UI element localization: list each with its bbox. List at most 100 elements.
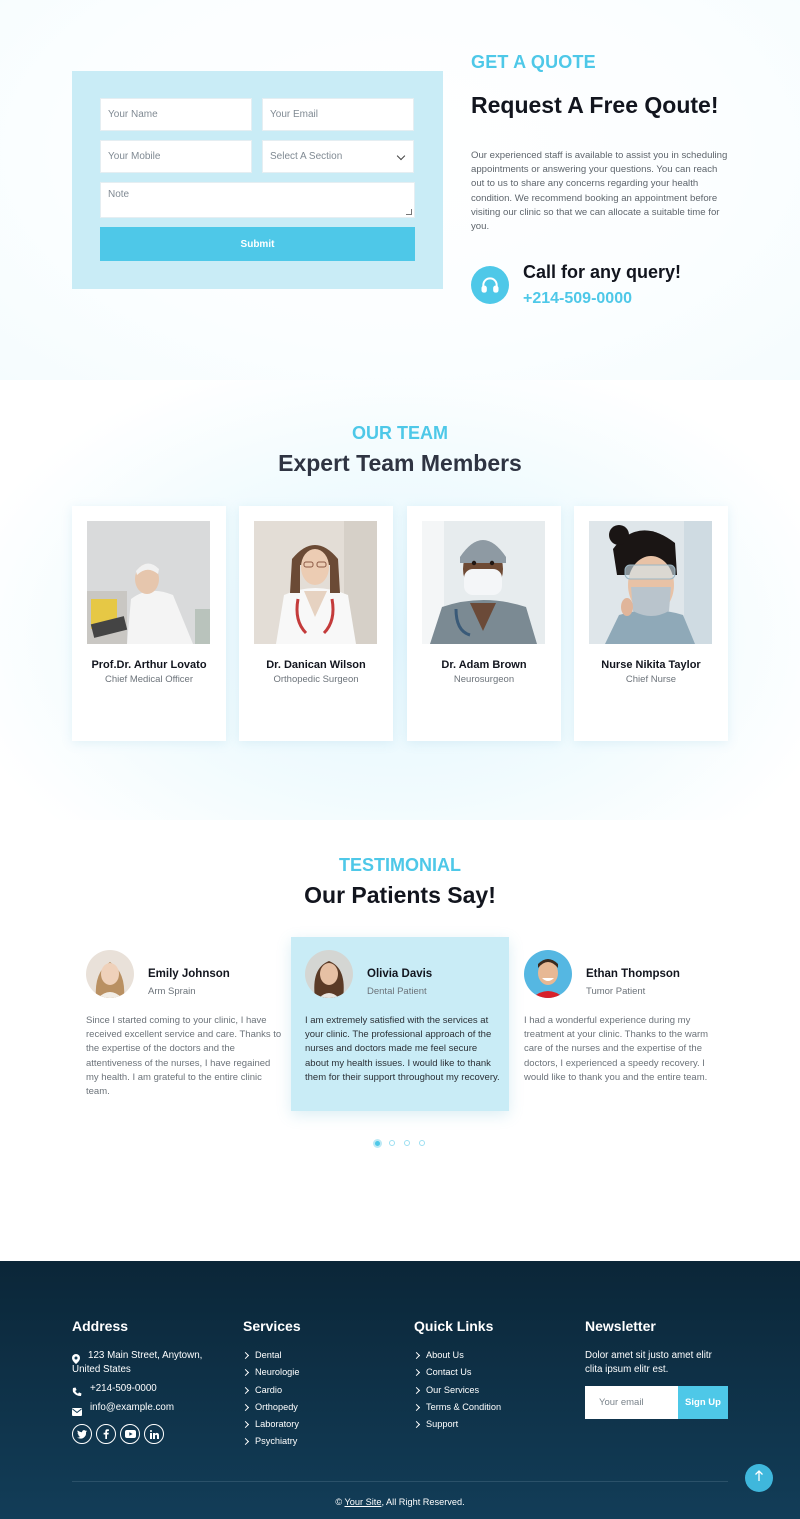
team-card[interactable]: Dr. Danican Wilson Orthopedic Surgeon <box>239 506 393 741</box>
call-phone[interactable]: +214-509-0000 <box>523 290 632 308</box>
chevron-right-icon <box>241 1386 250 1394</box>
footer-link-label: Cardio <box>255 1385 283 1395</box>
section-select[interactable]: Select A Section <box>262 140 414 173</box>
footer-link-label: Support <box>426 1419 459 1429</box>
testimonial-eyebrow: TESTIMONIAL <box>339 855 461 875</box>
chevron-right-icon <box>241 1351 250 1359</box>
name-placeholder: Your Name <box>108 109 158 120</box>
submit-button[interactable]: Submit <box>100 227 415 261</box>
footer-link-label: Laboratory <box>255 1419 299 1429</box>
call-title: Call for any query! <box>523 262 682 282</box>
avatar <box>524 950 572 998</box>
quote-description: Our experienced staff is available to as… <box>471 150 728 233</box>
chevron-right-icon <box>412 1386 421 1394</box>
quote-form: Your Name Your Email Your Mobile Select … <box>72 71 443 289</box>
chevron-right-icon <box>241 1420 250 1428</box>
email-placeholder: Your Email <box>270 109 318 120</box>
newsletter-text: Dolor amet sit justo amet elitr clita ip… <box>585 1350 712 1375</box>
member-name: Dr. Danican Wilson <box>266 659 366 671</box>
patient-name: Olivia Davis <box>367 968 433 980</box>
carousel-dot-1[interactable] <box>373 1139 382 1148</box>
footer-link-dental[interactable]: Dental <box>241 1350 282 1360</box>
member-name: Dr. Adam Brown <box>441 659 527 671</box>
team-card[interactable]: Prof.Dr. Arthur Lovato Chief Medical Off… <box>72 506 226 741</box>
chevron-right-icon <box>412 1351 421 1359</box>
newsletter-email-input[interactable]: Your email <box>585 1386 678 1419</box>
note-field[interactable]: Note <box>100 182 415 218</box>
member-name: Nurse Nikita Taylor <box>601 659 701 671</box>
footer-link-terms[interactable]: Terms & Condition <box>412 1402 502 1412</box>
footer-link-label: Orthopedy <box>255 1402 298 1412</box>
testimonial-text: I am extremely satisfied with the servic… <box>305 1015 500 1083</box>
site-link[interactable]: Your Site <box>344 1497 381 1507</box>
chevron-right-icon <box>241 1403 250 1411</box>
address-heading: Address <box>72 1318 129 1334</box>
footer-link-orthopedy[interactable]: Orthopedy <box>241 1402 298 1412</box>
newsletter-heading: Newsletter <box>585 1318 656 1334</box>
carousel-dot-3[interactable] <box>404 1140 410 1146</box>
team-card[interactable]: Dr. Adam Brown Neurosurgeon <box>407 506 561 741</box>
carousel-dot-4[interactable] <box>419 1140 425 1146</box>
quick-links-heading: Quick Links <box>414 1318 494 1334</box>
footer-link-label: Terms & Condition <box>426 1402 502 1412</box>
services-heading: Services <box>243 1318 301 1334</box>
patient-name: Emily Johnson <box>148 968 230 980</box>
email-field[interactable]: Your Email <box>262 98 414 131</box>
footer-link-label: About Us <box>426 1350 464 1360</box>
footer-link-label: Dental <box>255 1350 282 1360</box>
address-street: 123 Main Street, Anytown, United States <box>72 1350 203 1375</box>
footer-link-support[interactable]: Support <box>412 1419 459 1429</box>
back-to-top-button[interactable] <box>745 1464 773 1492</box>
doctor-photo <box>254 521 377 644</box>
name-field[interactable]: Your Name <box>100 98 252 131</box>
patient-name: Ethan Thompson <box>586 968 680 980</box>
linkedin-icon[interactable] <box>144 1424 164 1444</box>
arrow-up-icon <box>754 1469 764 1487</box>
footer-link-about[interactable]: About Us <box>412 1350 464 1360</box>
quote-title: Request A Free Qoute! <box>471 92 719 118</box>
footer-link-laboratory[interactable]: Laboratory <box>241 1419 299 1429</box>
address-email[interactable]: info@example.com <box>90 1401 174 1415</box>
copyright-text: , All Right Reserved. <box>381 1497 465 1507</box>
footer-link-neurologie[interactable]: Neurologie <box>241 1367 300 1377</box>
youtube-icon[interactable] <box>120 1424 140 1444</box>
footer-link-label: Neurologie <box>255 1367 300 1377</box>
facebook-icon[interactable] <box>96 1424 116 1444</box>
footer-link-cardio[interactable]: Cardio <box>241 1385 283 1395</box>
doctor-photo <box>87 521 210 644</box>
footer-divider <box>72 1481 728 1482</box>
mobile-field[interactable]: Your Mobile <box>100 140 252 173</box>
resize-handle-icon[interactable] <box>406 209 412 215</box>
testimonial-text: Since I started coming to your clinic, I… <box>86 1015 282 1098</box>
testimonial-title: Our Patients Say! <box>304 882 496 908</box>
member-name: Prof.Dr. Arthur Lovato <box>91 659 207 671</box>
footer-link-label: Contact Us <box>426 1367 472 1377</box>
avatar <box>305 950 353 998</box>
avatar <box>86 950 134 998</box>
chevron-right-icon <box>412 1368 421 1376</box>
team-card[interactable]: Nurse Nikita Taylor Chief Nurse <box>574 506 728 741</box>
team-eyebrow: OUR TEAM <box>352 423 448 443</box>
footer-link-label: Psychiatry <box>255 1436 298 1446</box>
doctor-photo <box>422 521 545 644</box>
footer-link-psychiatry[interactable]: Psychiatry <box>241 1436 298 1446</box>
carousel-dot-2[interactable] <box>389 1140 395 1146</box>
footer-link-services[interactable]: Our Services <box>412 1385 479 1395</box>
testimonial-text: I had a wonderful experience during my t… <box>524 1015 709 1083</box>
testimonial-card[interactable]: Emily Johnson Arm Sprain Since I started… <box>72 937 290 1111</box>
chevron-right-icon <box>412 1420 421 1428</box>
footer-link-contact[interactable]: Contact Us <box>412 1367 472 1377</box>
testimonial-card[interactable]: Ethan Thompson Tumor Patient I had a won… <box>510 937 728 1111</box>
sign-up-button[interactable]: Sign Up <box>678 1386 728 1419</box>
team-title: Expert Team Members <box>278 450 522 476</box>
testimonial-card-active[interactable]: Olivia Davis Dental Patient I am extreme… <box>291 937 509 1111</box>
copyright: © Your Site, All Right Reserved. <box>0 1497 800 1507</box>
chevron-right-icon <box>241 1368 250 1376</box>
member-role: Chief Medical Officer <box>105 674 193 685</box>
member-role: Neurosurgeon <box>453 674 515 685</box>
note-placeholder: Note <box>108 189 130 200</box>
address-phone[interactable]: +214-509-0000 <box>90 1382 157 1396</box>
patient-condition: Arm Sprain <box>148 986 196 997</box>
nurse-photo <box>589 521 712 644</box>
twitter-icon[interactable] <box>72 1424 92 1444</box>
